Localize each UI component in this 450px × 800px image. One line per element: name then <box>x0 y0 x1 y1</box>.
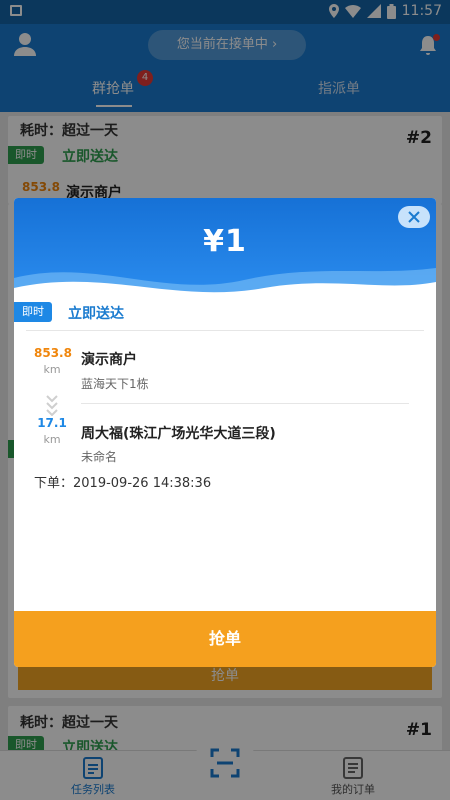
route-arrows-icon <box>46 395 58 416</box>
delivery-type: 立即送达 <box>68 306 124 322</box>
header-wave <box>14 268 436 302</box>
dropoff-distance-unit: km <box>43 433 61 446</box>
pickup-address: 蓝海天下1栋 <box>81 377 149 391</box>
divider <box>81 403 409 404</box>
close-icon <box>408 211 420 223</box>
grab-order-button[interactable]: 抢单 <box>14 611 436 667</box>
pickup-distance: 853.8 <box>34 346 72 360</box>
grab-order-dialog: ¥1 即时 立即送达 853.8 km 演示商户 蓝海天下1栋 17.1 km … <box>14 198 436 667</box>
order-time: 下单：2019-09-26 14:38:36 <box>34 472 211 491</box>
dropoff-distance: 17.1 <box>37 416 67 430</box>
order-price: ¥1 <box>203 224 247 259</box>
dropoff-name: 周大福(珠江广场光华大道三段) <box>81 426 276 442</box>
divider <box>26 330 424 331</box>
dropoff-address: 未命名 <box>81 450 118 464</box>
dialog-header: ¥1 <box>14 198 436 302</box>
pickup-distance-unit: km <box>43 363 61 376</box>
order-time-value: 2019-09-26 14:38:36 <box>73 476 212 491</box>
order-time-label: 下单： <box>34 476 74 491</box>
instant-tag: 即时 <box>14 302 52 322</box>
pickup-name: 演示商户 <box>81 352 137 368</box>
close-button[interactable] <box>398 206 430 228</box>
